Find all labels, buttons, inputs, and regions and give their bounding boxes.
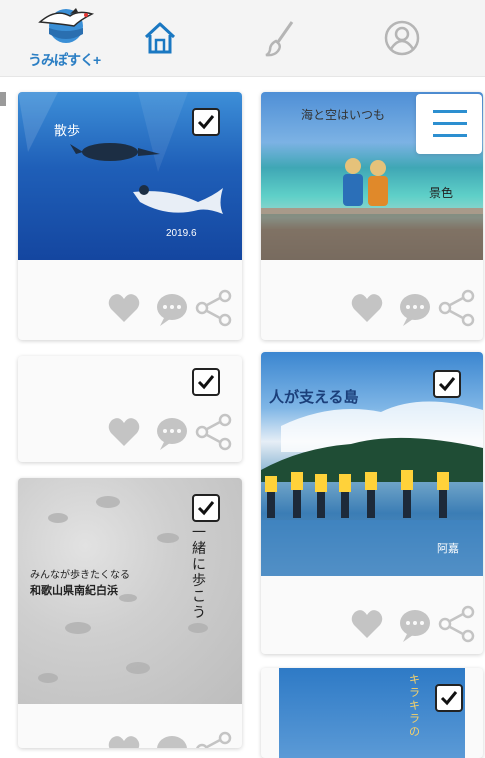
photo-caption-line1: みんなが歩きたくなる [30,570,130,581]
like-heart-icon[interactable] [108,736,140,748]
photo-caption: 海と空はいつも [301,108,386,122]
post-card-island[interactable]: 人が支える島 阿嘉 [261,352,483,654]
like-heart-icon[interactable] [351,610,383,638]
photo-place: 阿嘉 [437,543,459,555]
post-card-turtle[interactable]: 散歩 2019.6 [18,92,242,340]
post-card-sand[interactable]: みんなが歩きたくなる 和歌山県南紀白浜 一緒に歩こう [18,478,242,748]
select-checkbox[interactable] [192,494,220,522]
photo-caption-line2: 和歌山県南紀白浜 [30,585,118,597]
home-icon[interactable] [140,18,180,58]
select-checkbox[interactable] [192,108,220,136]
post-actions [108,288,238,328]
post-actions [351,288,481,328]
select-checkbox[interactable] [433,370,461,398]
share-icon[interactable] [196,731,232,748]
post-actions [351,604,481,644]
photo-caption: 人が支える島 [269,389,359,406]
post-actions [108,730,238,748]
profile-icon[interactable] [382,18,422,58]
share-icon[interactable] [195,289,232,327]
edge-thumbnail-small [0,92,6,106]
photo-caption: 散歩 [54,123,81,138]
photo-caption-vertical: キラキラの [409,674,420,738]
select-checkbox[interactable] [435,684,463,712]
hamburger-menu-icon[interactable] [416,94,482,154]
photo-date: 2019.6 [166,228,197,239]
like-heart-icon[interactable] [108,418,140,446]
share-icon[interactable] [438,289,475,327]
comment-icon[interactable] [157,736,187,748]
like-heart-icon[interactable] [351,294,383,322]
select-checkbox[interactable] [192,368,220,396]
logo-text: うみぽすく+ [28,52,101,68]
post-actions [108,412,238,452]
top-nav: うみぽすく+ [0,0,485,77]
share-icon[interactable] [195,413,232,451]
photo-caption-vertical: 一緒に歩こう [192,524,206,620]
app-logo[interactable]: うみぽすく+ [26,4,106,70]
brush-icon[interactable] [262,18,302,58]
logo-bird-icon [38,8,95,43]
photo-caption-right: 景色 [429,186,454,200]
share-icon[interactable] [438,605,475,643]
like-heart-icon[interactable] [108,294,140,322]
post-card-empty[interactable] [18,356,242,462]
